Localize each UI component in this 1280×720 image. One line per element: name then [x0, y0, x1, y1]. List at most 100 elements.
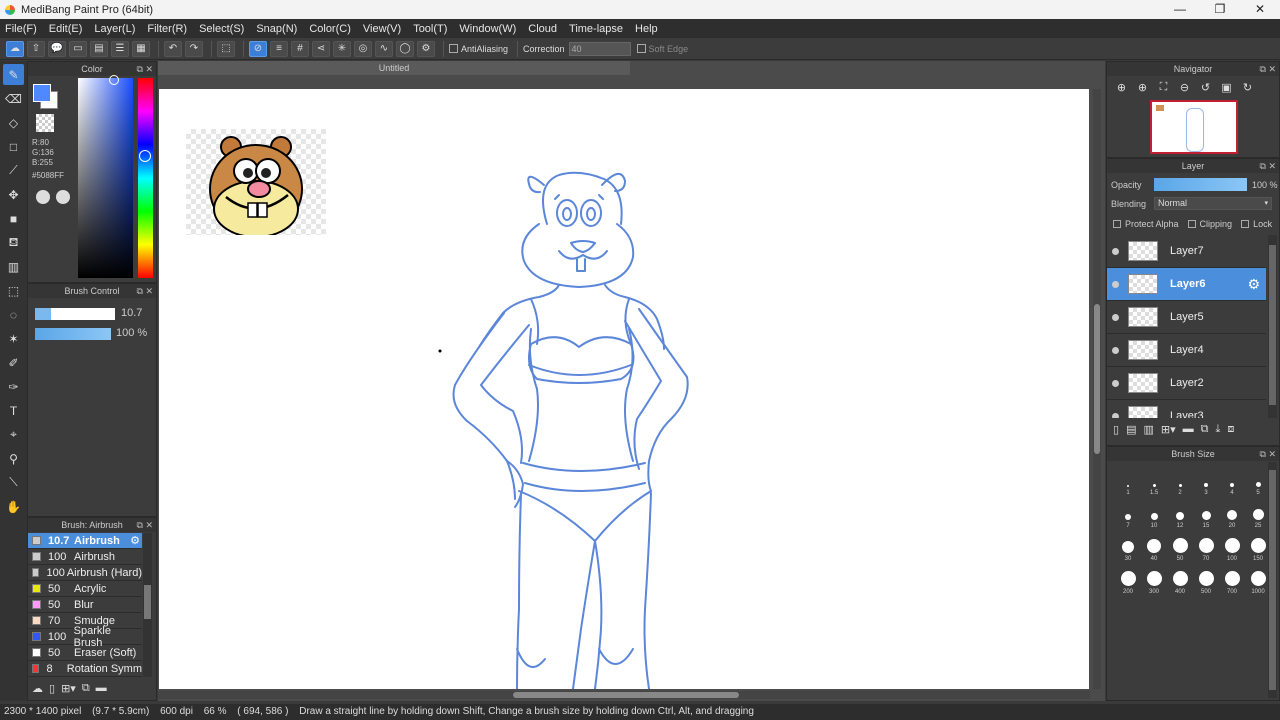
delete-layer-icon[interactable]: ⧈ — [1227, 423, 1234, 436]
visibility-eye-icon[interactable] — [1112, 247, 1119, 255]
brush-size-preset[interactable]: 1.5 — [1141, 467, 1167, 496]
snap-curve-icon[interactable]: ∿ — [375, 40, 393, 57]
scrollbar-thumb[interactable] — [1094, 304, 1100, 454]
undo-icon[interactable]: ↶ — [164, 40, 182, 57]
brush-size-preset[interactable]: 70 — [1193, 533, 1219, 562]
brush-size-preset[interactable]: 2 — [1167, 467, 1193, 496]
select-rect-tool-icon[interactable]: ⬚ — [3, 280, 24, 301]
brush-size-preset[interactable]: 100 — [1219, 533, 1245, 562]
brush-item[interactable]: 8 Rotation Symm — [28, 661, 142, 677]
panel-layout-icon[interactable]: ▦ — [132, 40, 150, 57]
menu-timelapse[interactable]: Time-lapse — [569, 23, 623, 35]
menu-file[interactable]: File(F) — [5, 23, 37, 35]
menu-edit[interactable]: Edit(E) — [49, 23, 83, 35]
layer-item[interactable]: Layer6 ⚙ — [1107, 268, 1266, 301]
panel-float-close-icon[interactable]: ⧉ ✕ — [137, 62, 153, 76]
primary-color-swatch[interactable] — [33, 84, 51, 102]
transparent-color-swatch[interactable] — [36, 114, 54, 132]
select-eraser-tool-icon[interactable]: ✑ — [3, 376, 24, 397]
layer-item[interactable]: Layer2 — [1107, 367, 1266, 400]
brush-size-preset[interactable]: 50 — [1167, 533, 1193, 562]
new-layer-icon[interactable]: ▯ — [1113, 423, 1119, 436]
page-icon[interactable]: ▤ — [90, 40, 108, 57]
drawing-canvas[interactable] — [159, 89, 1089, 689]
layer-item[interactable]: Layer3 — [1107, 400, 1266, 418]
snap-grid-icon[interactable]: # — [291, 40, 309, 57]
panel-float-close-icon[interactable]: ⧉ ✕ — [1260, 447, 1276, 461]
rotate-left-icon[interactable]: ↺ — [1197, 79, 1214, 96]
panel-float-close-icon[interactable]: ⧉ ✕ — [137, 518, 153, 532]
new-8bit-layer-icon[interactable]: ▥ — [1143, 423, 1153, 436]
maximize-button[interactable]: ❐ — [1200, 0, 1240, 19]
correction-select[interactable]: 40 — [568, 41, 631, 56]
brush-size-preset[interactable]: 10 — [1141, 500, 1167, 529]
brush-size-preset[interactable]: 3 — [1193, 467, 1219, 496]
snap-off-icon[interactable]: ⊘ — [249, 40, 267, 57]
menu-snap[interactable]: Snap(N) — [256, 23, 297, 35]
brush-item[interactable]: 100 Airbrush — [28, 549, 142, 565]
merge-down-icon[interactable]: ⤓ — [1215, 423, 1220, 436]
comment-icon[interactable]: ▭ — [69, 40, 87, 57]
brush-size-preset[interactable]: 200 — [1115, 566, 1141, 595]
dot-eraser-tool-icon[interactable]: ◇ — [3, 112, 24, 133]
add-brush-icon[interactable]: ⊞▾ — [61, 682, 76, 695]
brush-size-preset[interactable]: 15 — [1193, 500, 1219, 529]
visibility-eye-icon[interactable] — [1112, 346, 1119, 354]
soft-edge-checkbox[interactable] — [636, 44, 646, 53]
visibility-eye-icon[interactable] — [1112, 379, 1119, 387]
add-brush-cloud-icon[interactable]: ☁ — [32, 682, 43, 695]
brush-item[interactable]: 50 Blur — [28, 597, 142, 613]
eraser-tool-icon[interactable]: ⌫ — [3, 88, 24, 109]
eyedropper-tool-icon[interactable]: ⚲ — [3, 448, 24, 469]
navigator-preview[interactable] — [1150, 100, 1238, 154]
new-brush-icon[interactable]: ▯ — [49, 682, 55, 695]
scrollbar-thumb[interactable] — [144, 585, 151, 619]
color-history-icon[interactable] — [56, 190, 70, 204]
add-layer-menu-icon[interactable]: ⊞▾ — [1161, 423, 1176, 436]
scrollbar-thumb[interactable] — [1269, 470, 1276, 690]
layer-opacity-slider[interactable] — [1154, 178, 1247, 191]
brush-size-preset[interactable]: 12 — [1167, 500, 1193, 529]
menu-filter[interactable]: Filter(R) — [147, 23, 187, 35]
selection-icon[interactable]: ⬚ — [217, 40, 235, 57]
lock-checkbox[interactable] — [1241, 220, 1250, 228]
menu-select[interactable]: Select(S) — [199, 23, 244, 35]
magic-wand-tool-icon[interactable]: ✶ — [3, 328, 24, 349]
snap-settings-icon[interactable]: ⚙ — [417, 40, 435, 57]
brush-size-preset[interactable]: 40 — [1141, 533, 1167, 562]
chat-icon[interactable]: 💬 — [48, 40, 66, 57]
document-tab[interactable]: Untitled — [158, 61, 630, 75]
canvas-vertical-scrollbar[interactable] — [1093, 89, 1101, 689]
snap-parallel-icon[interactable]: ≡ — [270, 40, 288, 57]
panel-float-close-icon[interactable]: ⧉ ✕ — [137, 284, 153, 298]
scrollbar-thumb[interactable] — [1269, 245, 1276, 405]
visibility-eye-icon[interactable] — [1112, 313, 1119, 321]
layer-item[interactable]: Layer5 — [1107, 301, 1266, 334]
scrollbar-thumb[interactable] — [513, 692, 739, 698]
brush-size-preset[interactable]: 20 — [1219, 500, 1245, 529]
lasso-tool-icon[interactable]: ◌ — [3, 304, 24, 325]
brush-size-preset[interactable]: 1 — [1115, 467, 1141, 496]
menu-color[interactable]: Color(C) — [309, 23, 351, 35]
brush-size-preset[interactable]: 500 — [1193, 566, 1219, 595]
brush-size-preset[interactable]: 400 — [1167, 566, 1193, 595]
snap-circle-icon[interactable]: ◎ — [354, 40, 372, 57]
snap-radial-icon[interactable]: ✳ — [333, 40, 351, 57]
text-tool-icon[interactable]: T — [3, 400, 24, 421]
layer-item[interactable]: Layer7 — [1107, 235, 1266, 268]
panel-list-icon[interactable]: ☰ — [111, 40, 129, 57]
new-folder-icon[interactable]: ▬ — [1183, 423, 1194, 436]
cloud-icon[interactable]: ☁ — [6, 40, 24, 57]
close-button[interactable]: ✕ — [1240, 0, 1280, 19]
brush-size-preset[interactable]: 7 — [1115, 500, 1141, 529]
line-tool-icon[interactable]: ⟋ — [3, 160, 24, 181]
zoom-in-icon[interactable]: ⊕ — [1113, 79, 1130, 96]
bucket-tool-icon[interactable]: ⛾ — [3, 232, 24, 253]
zoom-in-alt-icon[interactable]: ⊕ — [1134, 79, 1151, 96]
menu-layer[interactable]: Layer(L) — [94, 23, 135, 35]
canvas-horizontal-scrollbar[interactable] — [158, 691, 1090, 699]
protect-alpha-checkbox[interactable] — [1113, 220, 1121, 228]
operation-tool-icon[interactable]: ⌖ — [3, 424, 24, 445]
menu-window[interactable]: Window(W) — [459, 23, 516, 35]
menu-help[interactable]: Help — [635, 23, 658, 35]
